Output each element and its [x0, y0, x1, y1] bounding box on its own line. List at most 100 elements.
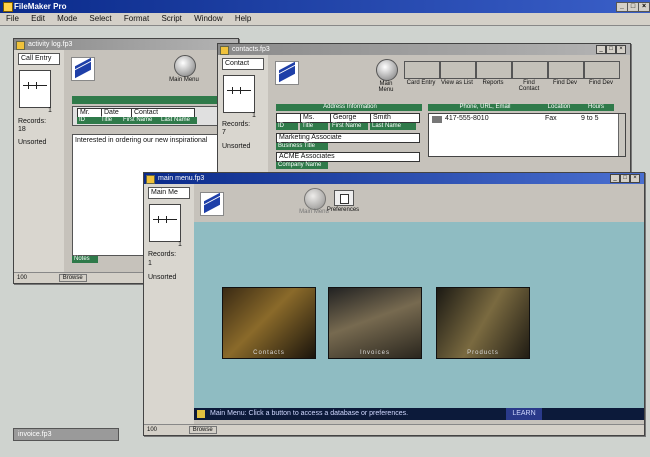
- id-label: ID: [77, 117, 99, 124]
- learn-button[interactable]: LEARN: [506, 408, 542, 420]
- location-header: Location: [540, 104, 576, 111]
- hours-header: Hours: [576, 104, 614, 111]
- portal-scrollbar[interactable]: [618, 114, 625, 156]
- contacts-layout-area: Main Menu Card Entry View as List Report…: [268, 55, 630, 173]
- close-icon[interactable]: ×: [616, 45, 626, 54]
- minimize-icon[interactable]: _: [610, 174, 620, 183]
- products-button[interactable]: Products: [436, 287, 530, 359]
- main-menu-panel: Contacts Invoices Products: [194, 222, 644, 408]
- main-bottom-bar: 100 Browse: [144, 424, 644, 435]
- book-icon[interactable]: [149, 204, 181, 242]
- status-message: Main Menu: Click a button to access a da…: [210, 410, 409, 417]
- book-tick: [158, 216, 159, 223]
- contact-table: Mr. Date Contact ID Title First Name Las…: [72, 106, 238, 126]
- main-menu-title: main menu.fp3: [158, 175, 205, 182]
- main-layout-area: Main Menu Preferences Contacts Invoices …: [194, 184, 644, 424]
- records-count: 1: [148, 260, 152, 267]
- app-title-bar: FileMaker Pro _ □ ×: [0, 0, 650, 13]
- first-name-label: First Name: [330, 123, 368, 130]
- layout-select[interactable]: Contact: [222, 58, 264, 70]
- main-menu-label: Main Menu: [378, 81, 394, 93]
- close-icon[interactable]: ×: [630, 174, 640, 183]
- main-menu-window: main menu.fp3 _ □ × Main Me 1 Records: 1…: [143, 172, 645, 436]
- header-band: [72, 96, 236, 104]
- mode-select[interactable]: Browse: [188, 426, 217, 434]
- activity-log-title-bar[interactable]: activity log.fp3: [14, 39, 238, 50]
- title-field[interactable]: Ms.: [300, 113, 332, 123]
- menu-window[interactable]: Window: [194, 14, 222, 23]
- menu-bar: File Edit Mode Select Format Script Wind…: [0, 13, 650, 26]
- menu-format[interactable]: Format: [124, 14, 149, 23]
- business-title-field[interactable]: Marketing Associate: [276, 133, 420, 143]
- minimize-icon[interactable]: _: [596, 45, 606, 54]
- maximize-icon[interactable]: □: [606, 45, 616, 54]
- book-line: [23, 85, 47, 86]
- contacts-button[interactable]: Contacts: [222, 287, 316, 359]
- zoom-level[interactable]: 100: [147, 427, 157, 433]
- maximize-icon[interactable]: □: [620, 174, 630, 183]
- records-count: 18: [18, 126, 26, 133]
- menu-script[interactable]: Script: [161, 14, 181, 23]
- invoices-button[interactable]: Invoices: [328, 287, 422, 359]
- book-tick: [36, 82, 37, 89]
- contacts-title-bar[interactable]: contacts.fp3 _ □ ×: [218, 44, 630, 55]
- contacts-title: contacts.fp3: [232, 46, 270, 53]
- reports-button[interactable]: [476, 61, 512, 79]
- products-label: Products: [467, 350, 499, 356]
- title-label: Title: [99, 117, 121, 124]
- page-number: 1: [178, 241, 182, 248]
- book-line: [227, 90, 251, 91]
- title-label: Title: [300, 123, 328, 130]
- main-menu-title-bar[interactable]: main menu.fp3 _ □ ×: [144, 173, 644, 184]
- view-as-list-button[interactable]: [440, 61, 476, 79]
- invoices-label: Invoices: [359, 350, 390, 356]
- main-menu-button[interactable]: [174, 55, 196, 77]
- status-area: Contact 1 Records: 7 Unsorted: [218, 55, 269, 173]
- layout-select[interactable]: Main Me: [148, 187, 190, 199]
- find-contact-button[interactable]: [512, 61, 548, 79]
- main-menu-button[interactable]: [376, 59, 398, 81]
- close-icon[interactable]: ×: [638, 2, 650, 12]
- view-as-list-label: View as List: [441, 80, 473, 86]
- id-label: ID: [276, 123, 298, 130]
- book-icon[interactable]: [223, 75, 255, 113]
- last-name-field[interactable]: Smith: [370, 113, 420, 123]
- first-name-field[interactable]: George: [330, 113, 372, 123]
- logo-icon: [71, 57, 95, 81]
- menu-mode[interactable]: Mode: [57, 14, 77, 23]
- preferences-icon: [340, 194, 349, 204]
- location-value[interactable]: Fax: [545, 115, 557, 122]
- contacts-label: Contacts: [253, 350, 285, 356]
- minimized-window-title: invoice.fp3: [18, 431, 52, 438]
- mode-select[interactable]: Browse: [58, 274, 87, 282]
- last-name-label: Last Name: [159, 117, 197, 124]
- card-entry-button[interactable]: [404, 61, 440, 79]
- main-menu-label: Main Menu: [169, 77, 199, 83]
- id-field[interactable]: [276, 113, 302, 123]
- menu-select[interactable]: Select: [89, 14, 111, 23]
- activity-log-title: activity log.fp3: [28, 41, 73, 48]
- contacts-window: contacts.fp3 _ □ × Contact 1 Records: 7 …: [217, 43, 631, 175]
- find-dev-button[interactable]: [548, 61, 584, 79]
- preferences-button[interactable]: [334, 190, 354, 206]
- records-label: Records:: [18, 118, 47, 125]
- menu-help[interactable]: Help: [235, 14, 251, 23]
- find-dev-button-2[interactable]: [584, 61, 620, 79]
- menu-edit[interactable]: Edit: [31, 14, 45, 23]
- notes-text: Interested in ordering our new inspirati…: [75, 137, 208, 144]
- company-name-field[interactable]: ACME Associates: [276, 152, 420, 162]
- book-line: [153, 219, 177, 220]
- menu-file[interactable]: File: [6, 14, 19, 23]
- layout-select-value: Call Entry: [21, 55, 52, 62]
- first-name-label: First Name: [121, 117, 159, 124]
- sort-status: Unsorted: [148, 274, 177, 281]
- logo-icon: [275, 61, 299, 85]
- layout-select[interactable]: Call Entry: [18, 53, 60, 65]
- minimized-window[interactable]: invoice.fp3: [13, 428, 119, 441]
- book-icon[interactable]: [19, 70, 51, 108]
- hours-value[interactable]: 9 to 5: [581, 115, 599, 122]
- zoom-level[interactable]: 100: [17, 275, 27, 281]
- find-contact-label: Find Contact: [518, 80, 540, 92]
- phone-value[interactable]: 417-555-8010: [445, 115, 489, 122]
- document-icon: [16, 41, 25, 50]
